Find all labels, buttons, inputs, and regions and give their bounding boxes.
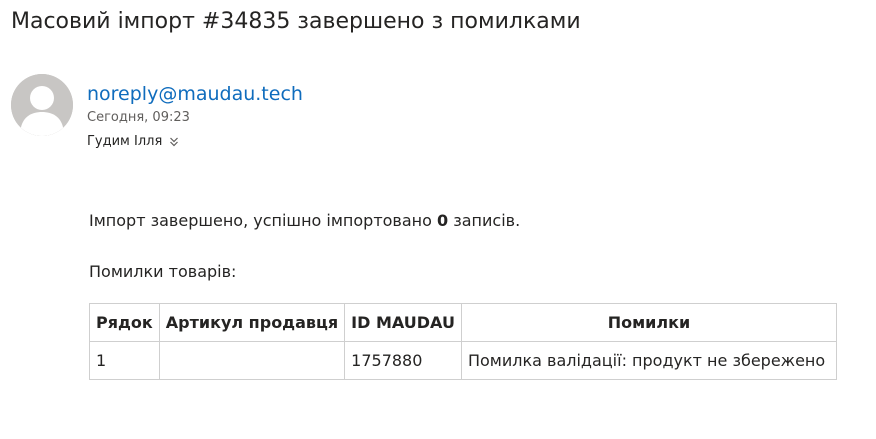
cell-row-number: 1 (89, 341, 160, 380)
table-header-row: Рядок Артикул продавця ID MAUDAU Помилки (89, 303, 837, 342)
errors-table: Рядок Артикул продавця ID MAUDAU Помилки… (89, 303, 837, 380)
sender-email-link[interactable]: noreply@maudau.tech (87, 83, 303, 105)
table-row: 1 1757880 Помилка валідації: продукт не … (89, 341, 837, 380)
imported-count: 0 (437, 211, 449, 230)
cell-maudau-id: 1757880 (344, 341, 462, 380)
column-header-maudau-id: ID MAUDAU (344, 303, 462, 342)
person-avatar-icon (11, 74, 73, 136)
recipient-name: Гудим Ілля (87, 134, 163, 149)
column-header-seller-sku: Артикул продавця (158, 303, 346, 342)
cell-error-message: Помилка валідації: продукт не збережено (460, 341, 837, 380)
summary-prefix: Імпорт завершено, успішно імпортовано (89, 211, 437, 230)
email-reading-pane: Масовий імпорт #34835 завершено з помилк… (0, 0, 876, 439)
import-summary-text: Імпорт завершено, успішно імпортовано 0 … (89, 211, 520, 230)
email-subject: Масовий імпорт #34835 завершено з помилк… (11, 9, 581, 34)
recipient-toggle[interactable]: Гудим Ілля (87, 134, 180, 149)
column-header-errors: Помилки (460, 303, 837, 342)
column-header-row: Рядок (89, 303, 160, 342)
sent-timestamp: Сегодня, 09:23 (87, 110, 190, 125)
chevron-double-down-icon[interactable] (168, 136, 180, 148)
product-errors-heading: Помилки товарів: (89, 262, 237, 281)
sender-avatar-icon[interactable] (11, 74, 73, 136)
summary-suffix: записів. (448, 211, 521, 230)
cell-seller-sku (158, 341, 346, 380)
